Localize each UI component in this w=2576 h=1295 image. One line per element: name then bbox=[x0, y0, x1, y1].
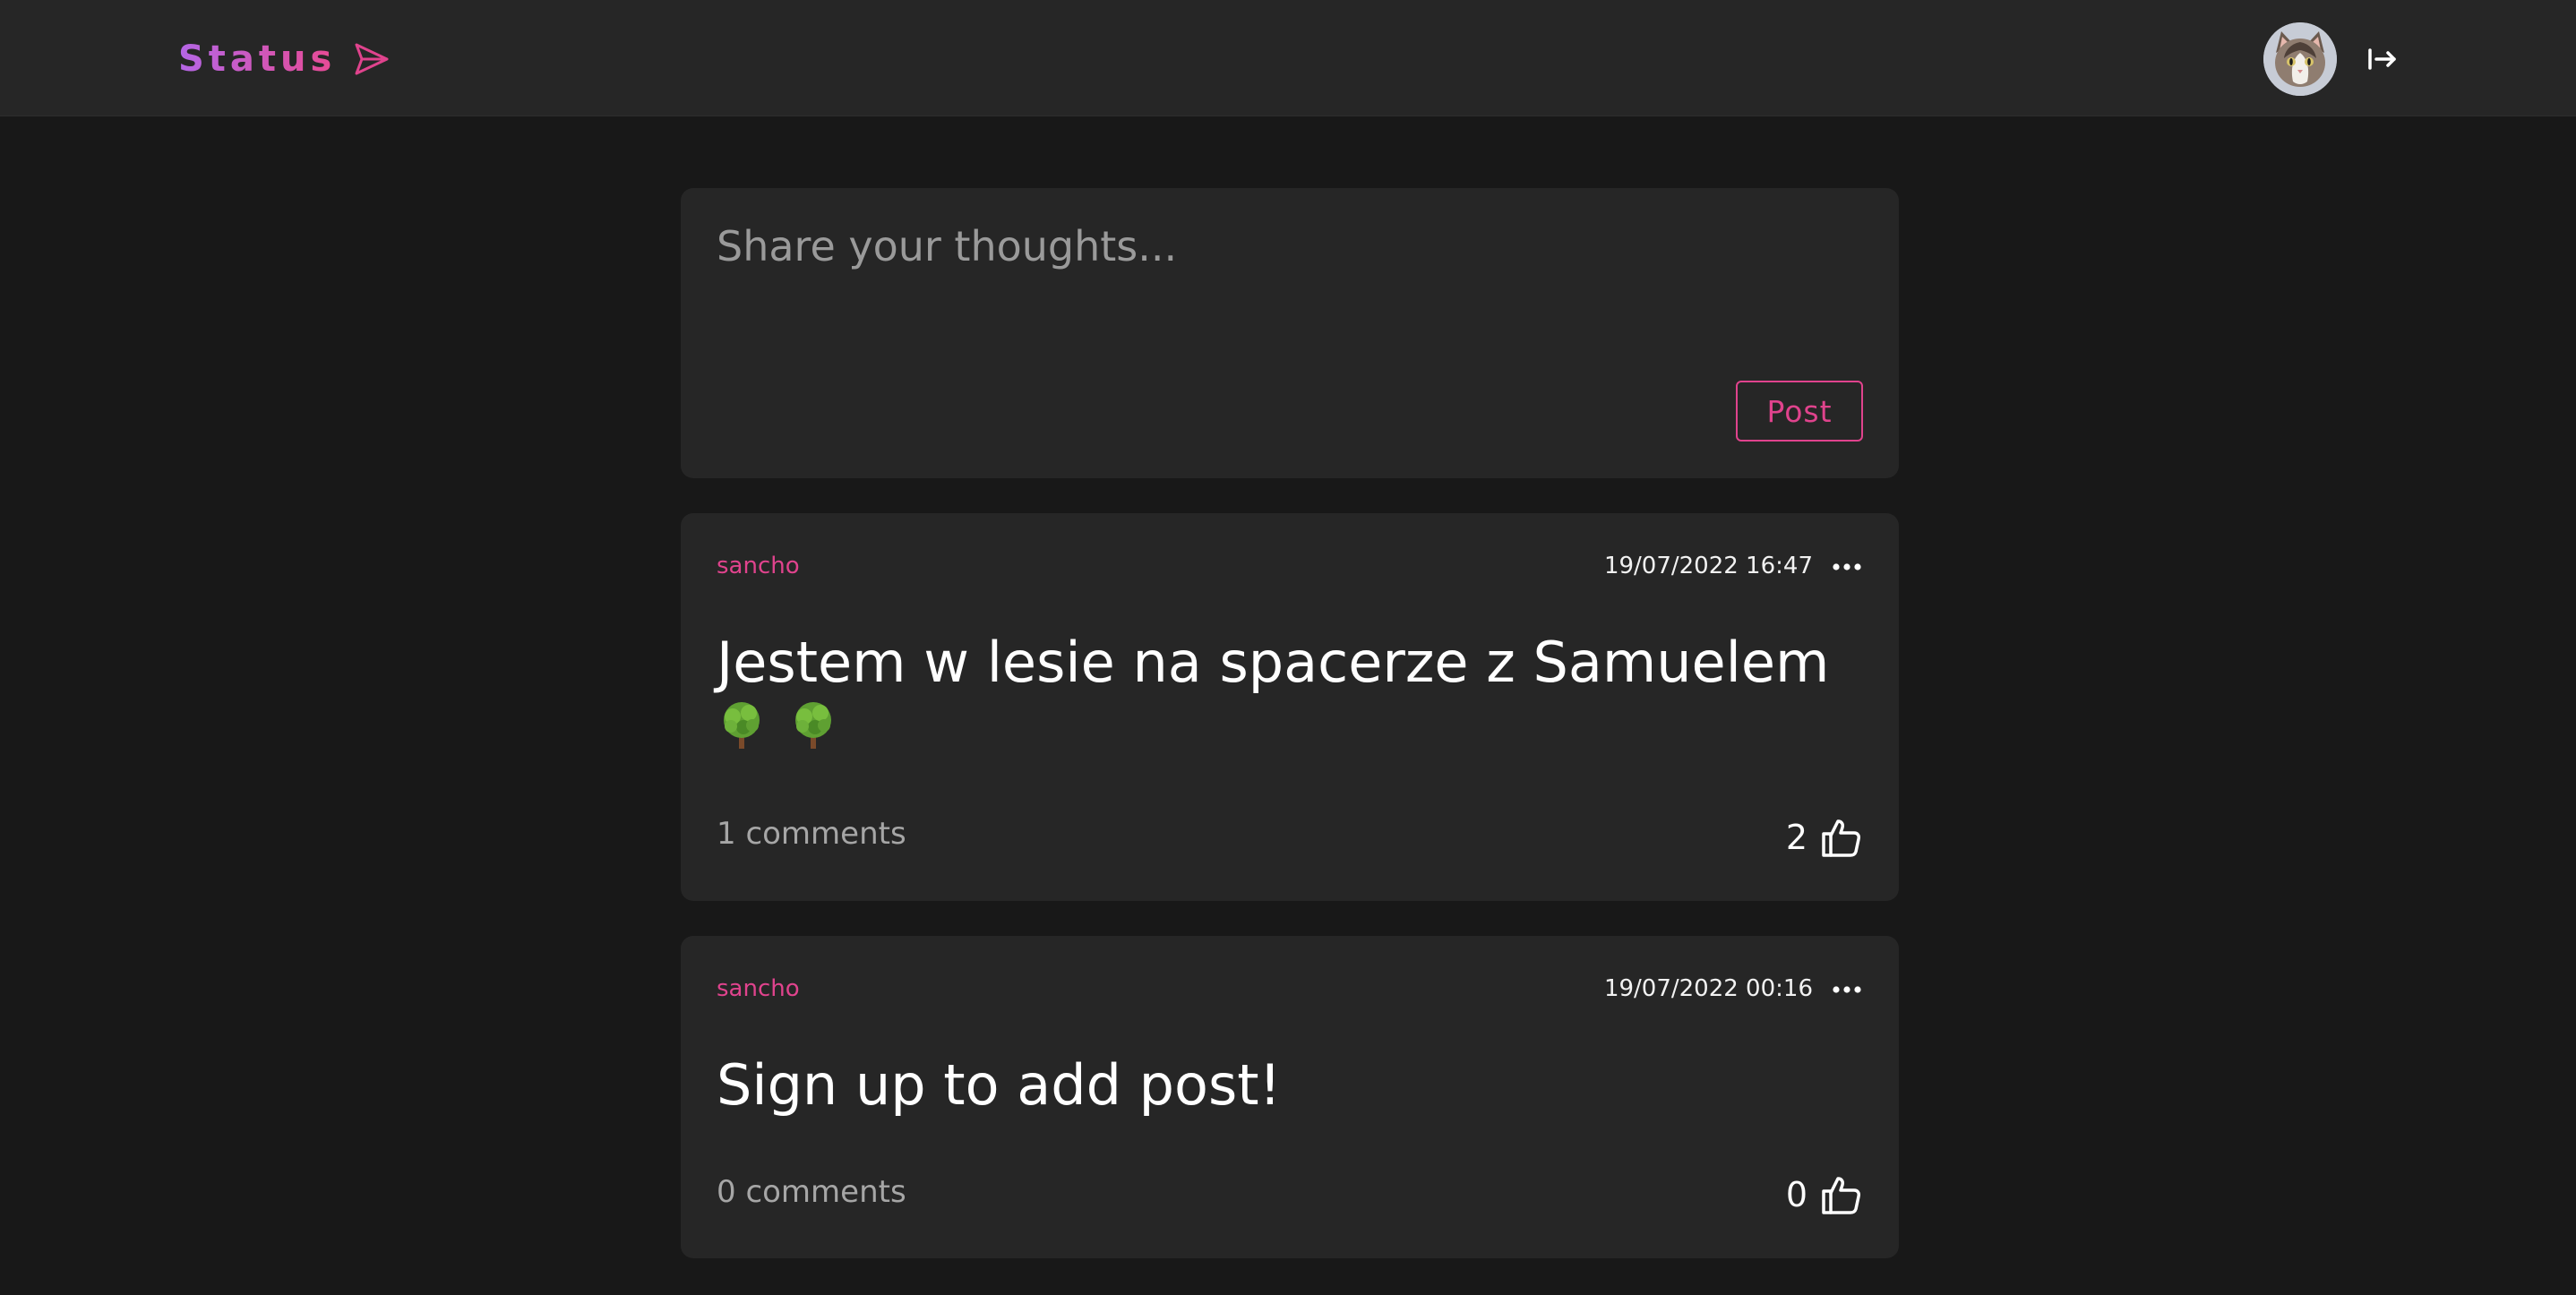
thoughts-input[interactable] bbox=[717, 220, 1845, 355]
top-navbar: Status bbox=[0, 0, 2576, 116]
thumbs-up-icon[interactable] bbox=[1820, 1173, 1863, 1216]
like-group: 2 bbox=[1786, 815, 1863, 860]
like-count: 0 bbox=[1785, 1175, 1807, 1214]
post-content: Jestem w lesie na spacerze z Samuelem bbox=[717, 631, 1863, 761]
thumbs-up-icon[interactable] bbox=[1820, 816, 1863, 859]
post-content: Sign up to add post! bbox=[717, 1052, 1863, 1118]
post-text: Jestem w lesie na spacerze z Samuelem bbox=[717, 630, 1830, 695]
more-options-icon[interactable] bbox=[1831, 551, 1863, 583]
like-group: 0 bbox=[1786, 1172, 1863, 1217]
post-date: 19/07/2022 16:47 bbox=[1603, 553, 1813, 579]
post-text: Sign up to add post! bbox=[717, 1052, 1282, 1118]
like-count: 2 bbox=[1785, 818, 1807, 857]
post-card: sancho 19/07/2022 00:16 Sign up to add p… bbox=[681, 936, 1899, 1258]
tree-emoji-icon bbox=[794, 702, 831, 750]
post-emoji-row bbox=[717, 699, 1863, 760]
comments-link[interactable]: 0 comments bbox=[717, 1174, 906, 1210]
post-author[interactable]: sancho bbox=[717, 975, 800, 1002]
post-card: sancho 19/07/2022 16:47 Jestem w lesie n… bbox=[681, 513, 1899, 901]
logo-link[interactable]: Status bbox=[178, 34, 391, 84]
logout-icon[interactable] bbox=[2365, 41, 2400, 77]
post-button[interactable]: Post bbox=[1736, 381, 1863, 442]
post-composer bbox=[681, 188, 1899, 478]
tree-emoji-icon bbox=[724, 702, 760, 750]
post-author[interactable]: sancho bbox=[717, 553, 800, 579]
user-avatar[interactable] bbox=[2263, 22, 2337, 96]
more-options-icon[interactable] bbox=[1831, 973, 1863, 1006]
paper-plane-icon bbox=[355, 43, 389, 75]
cat-avatar-icon bbox=[2263, 22, 2337, 96]
post-date: 19/07/2022 00:16 bbox=[1603, 975, 1813, 1002]
logo-text: Status bbox=[178, 39, 337, 80]
app-root: Status Share your thoughts... Post sanch… bbox=[0, 0, 2576, 1295]
comments-link[interactable]: 1 comments bbox=[717, 816, 906, 852]
